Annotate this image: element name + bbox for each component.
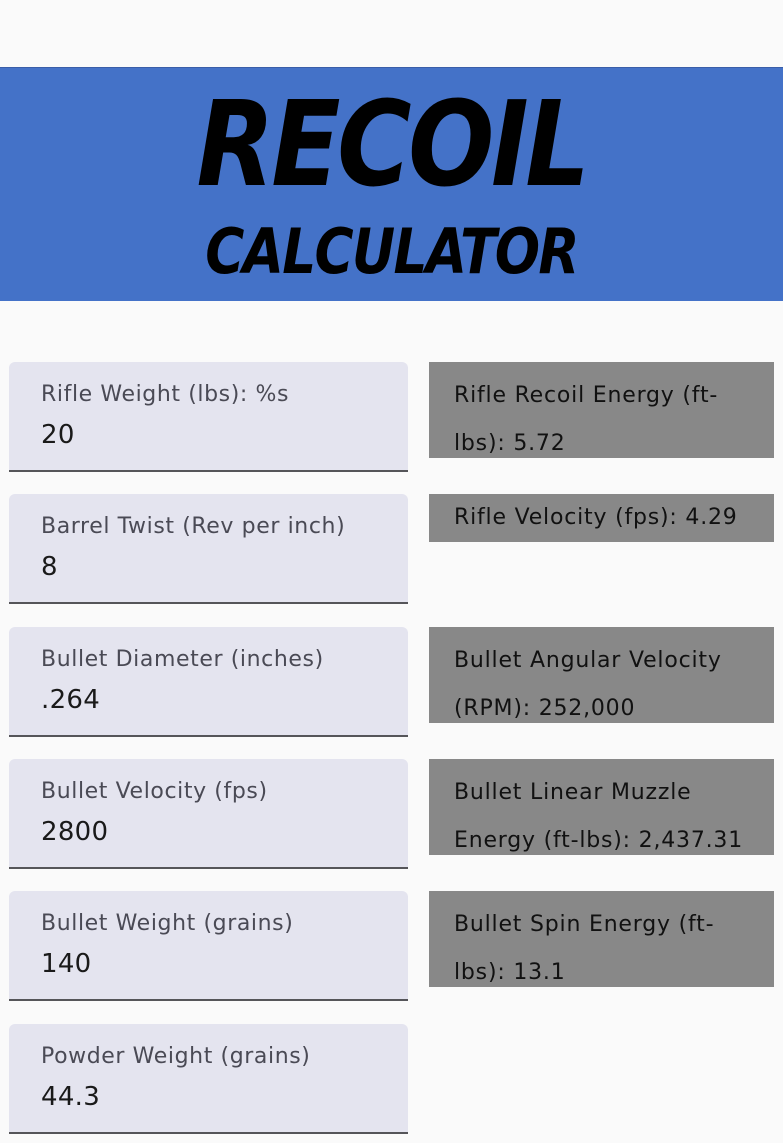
powder-weight-input[interactable]	[41, 1082, 381, 1112]
bullet-weight-input[interactable]	[41, 949, 381, 979]
bullet-weight-label: Bullet Weight (grains)	[41, 911, 294, 936]
powder-weight-label: Powder Weight (grains)	[41, 1044, 311, 1069]
bullet-diameter-field[interactable]: Bullet Diameter (inches)	[9, 627, 408, 737]
rifle-weight-field[interactable]: Rifle Weight (lbs): %s	[9, 362, 408, 472]
barrel-twist-input[interactable]	[41, 552, 381, 582]
bullet-velocity-field[interactable]: Bullet Velocity (fps)	[9, 759, 408, 869]
rifle-recoil-energy-result: Rifle Recoil Energy (ft-lbs): 5.72	[429, 362, 774, 458]
bullet-velocity-label: Bullet Velocity (fps)	[41, 779, 268, 804]
rifle-weight-label: Rifle Weight (lbs): %s	[41, 382, 290, 407]
rifle-weight-input[interactable]	[41, 420, 381, 450]
bullet-diameter-label: Bullet Diameter (inches)	[41, 647, 324, 672]
bullet-muzzle-energy-result: Bullet Linear Muzzle Energy (ft-lbs): 2,…	[429, 759, 774, 855]
bullet-velocity-input[interactable]	[41, 817, 381, 847]
bullet-weight-field[interactable]: Bullet Weight (grains)	[9, 891, 408, 1001]
logo-title: RECOIL	[196, 75, 589, 213]
bullet-angular-velocity-result: Bullet Angular Velocity (RPM): 252,000	[429, 627, 774, 723]
bullet-spin-energy-result: Bullet Spin Energy (ft-lbs): 13.1	[429, 891, 774, 987]
logo-subtitle: CALCULATOR	[205, 215, 579, 288]
bullet-diameter-input[interactable]	[41, 685, 381, 715]
rifle-velocity-result: Rifle Velocity (fps): 4.29	[429, 494, 774, 542]
barrel-twist-field[interactable]: Barrel Twist (Rev per inch)	[9, 494, 408, 604]
header-banner: RECOIL CALCULATOR	[0, 67, 783, 301]
powder-weight-field[interactable]: Powder Weight (grains)	[9, 1024, 408, 1134]
barrel-twist-label: Barrel Twist (Rev per inch)	[41, 514, 346, 539]
